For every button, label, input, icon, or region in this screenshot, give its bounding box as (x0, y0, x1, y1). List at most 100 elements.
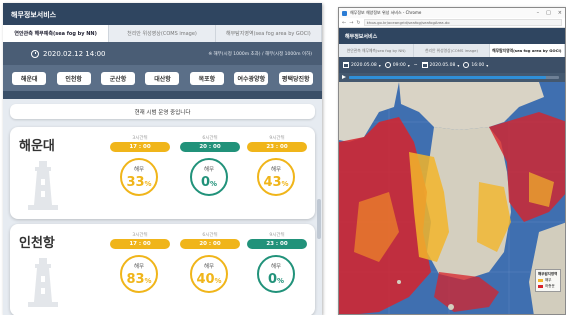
favicon-icon (342, 10, 347, 16)
legend-item: 하층운 (538, 284, 558, 289)
window-controls: – □ × (537, 10, 562, 16)
tab-sea-fog-prediction[interactable]: 연안관측 해무예측(sea fog by NN) (3, 25, 110, 42)
service-tabs: 연안관측 해무예측(sea fog by NN) 천리안 위성영상(COMS i… (339, 44, 565, 57)
end-date-select[interactable]: 2020.05.08 ▾ (421, 62, 460, 68)
status-banner: 현재 시범 운영 중입니다 (10, 104, 315, 119)
clock-icon (384, 62, 391, 68)
port-button-incheon[interactable]: 인천항 (56, 71, 91, 85)
forecast-content: 현재 시범 운영 중입니다 해운대 3시간뒤 17 : 00 해무 33% 6시… (3, 99, 322, 315)
sea-fog-mobile-panel: 해무정보서비스 연안관측 해무예측(sea fog by NN) 천리안 위성영… (3, 3, 322, 315)
port-button-gunsan[interactable]: 군산항 (101, 71, 136, 85)
probability-value: 0% (267, 272, 285, 287)
chevron-down-icon: ▾ (486, 62, 489, 68)
address-bar: ← → ↻ khoa.go.kr/oceangrid/seafog/seafog… (339, 18, 565, 28)
map-legend: 해무탐지영역 해무 하층운 (535, 269, 561, 292)
port-button-daesan[interactable]: 대산항 (145, 71, 180, 85)
ring-title: 해무 (133, 167, 145, 173)
minimize-icon[interactable]: – (537, 10, 540, 16)
legend-title: 해무탐지영역 (538, 272, 558, 276)
maximize-icon[interactable]: □ (546, 10, 551, 16)
scrollbar[interactable] (317, 199, 321, 239)
browser-window: 해무정보 해양정보 위성 서비스 - Chrome – □ × ← → ↻ kh… (338, 7, 566, 315)
timeline-progress (349, 76, 547, 79)
ring-title: 해무 (203, 167, 215, 173)
tab-sea-fog-area[interactable]: 해무탐지영역(sea fog area by GOCI) (216, 25, 322, 42)
tab-sea-fog-area[interactable]: 해무탐지영역(sea fog area by GOCI) (489, 44, 565, 57)
port-selector: 해운대 인천항 군산항 대산항 목포항 여수광양항 평택당진항 (3, 65, 322, 91)
url-field[interactable]: khoa.go.kr/oceangrid/seafog/seafogArea.d… (363, 19, 562, 26)
browser-titlebar: 해무정보 해양정보 위성 서비스 - Chrome – □ × (339, 8, 565, 18)
tab-coms-image[interactable]: 천리안 위성영상(COMS image) (109, 25, 216, 42)
tab-sea-fog-prediction[interactable]: 연안관측 해무예측(sea fog by NN) (339, 44, 415, 57)
datetime-text: 2020.02.12 14:00 (43, 49, 106, 58)
legend-item: 해무 (538, 278, 558, 283)
forecast-offset-label: 6시간뒤 (202, 233, 218, 238)
probability-ring: 해무 0% (257, 255, 295, 293)
start-time-select[interactable]: 09:00 ▾ (384, 62, 410, 68)
probability-value: 33% (126, 175, 152, 190)
probability-ring: 해무 40% (190, 255, 228, 293)
legend-swatch (538, 285, 543, 288)
timeline-slider[interactable] (339, 73, 565, 82)
forecast-item: 6시간뒤 20 : 00 해무 0% (180, 135, 240, 196)
service-tabs: 연안관측 해무예측(sea fog by NN) 천리안 위성영상(COMS i… (3, 25, 322, 42)
probability-ring: 해무 83% (120, 255, 158, 293)
ring-title: 해무 (270, 264, 282, 270)
end-time-select[interactable]: 16:00 ▾ (463, 62, 488, 68)
calendar-icon (421, 62, 428, 68)
close-icon[interactable]: × (558, 10, 562, 16)
lighthouse-icon (28, 161, 58, 210)
port-button-pyeongtaek-dangjin[interactable]: 평택당진항 (278, 71, 313, 85)
port-card-haeundae: 해운대 3시간뒤 17 : 00 해무 33% 6시간뒤 20: 00 해무 … (10, 127, 315, 219)
calendar-icon (343, 62, 349, 68)
forecast-time-badge: 17 : 00 (110, 142, 170, 152)
chevron-down-icon: ▾ (407, 62, 410, 68)
forecast-time-badge: 17 : 00 (110, 239, 170, 249)
probability-ring: 해무 0% (190, 158, 228, 196)
forecast-item: 9시간뒤 23 : 00 해무 0% (247, 232, 307, 293)
sea-fog-satellite-map[interactable] (339, 82, 566, 315)
start-date-select[interactable]: 2020.05.08 ▾ (343, 62, 381, 68)
lighthouse-icon (28, 258, 58, 307)
forecast-offset-label: 3시간뒤 (132, 136, 148, 141)
forecast-time-badge: 20 : 00 (180, 142, 240, 152)
forecast-offset-label: 9시간뒤 (269, 233, 285, 238)
reload-icon[interactable]: ↻ (356, 20, 360, 26)
forecast-time-badge: 20 : 00 (180, 239, 240, 249)
forecast-item: 3시간뒤 17 : 00 해무 83% (110, 232, 170, 293)
chevron-down-icon: ▾ (457, 62, 460, 68)
forecast-offset-label: 6시간뒤 (202, 136, 218, 141)
datetime-bar: 2020.02.12 14:00 ※ 해무(시정 1000m 초과) / 해무(… (3, 42, 322, 65)
range-separator: ~ (413, 62, 418, 68)
forecast-item: 3시간뒤 17 : 00 해무 33% (110, 135, 170, 196)
probability-value: 43% (263, 175, 289, 190)
probability-value: 0% (200, 175, 218, 190)
time-range-controls: 2020.05.08 ▾ 09:00 ▾ ~ 2020.05.08 ▾ 16:00 ▾ (339, 57, 565, 73)
clock-icon (31, 49, 39, 58)
ring-title: 해무 (270, 167, 282, 173)
ring-title: 해무 (133, 264, 145, 270)
port-button-haeundae[interactable]: 해운대 (12, 71, 47, 85)
forecast-item: 9시간뒤 23 : 00 해무 43% (247, 135, 307, 196)
port-name: 해운대 (19, 139, 55, 154)
tab-coms-image[interactable]: 천리안 위성영상(COMS image) (414, 44, 490, 57)
forecast-offset-label: 3시간뒤 (132, 233, 148, 238)
port-button-yeosu-gwangyang[interactable]: 여수광양항 (234, 71, 269, 85)
legend-swatch (538, 279, 543, 282)
app-title: 해무정보서비스 (3, 3, 322, 25)
port-button-mokpo[interactable]: 목포항 (189, 71, 224, 85)
forecast-offset-label: 9시간뒤 (269, 136, 285, 141)
play-icon[interactable] (342, 75, 346, 79)
forward-icon[interactable]: → (349, 20, 353, 26)
screenshot-root: 해무정보서비스 연안관측 해무예측(sea fog by NN) 천리안 위성영… (0, 0, 566, 315)
ring-title: 해무 (203, 264, 215, 270)
clock-icon (463, 62, 470, 68)
current-datetime: 2020.02.12 14:00 (31, 49, 106, 58)
forecast-time-badge: 23 : 00 (247, 239, 307, 249)
forecast-item: 6시간뒤 20 : 00 해무 40% (180, 232, 240, 293)
probability-ring: 해무 43% (257, 158, 295, 196)
back-icon[interactable]: ← (342, 20, 346, 26)
port-card-incheon: 인천항 3시간뒤 17 : 00 해무 83% 6시간뒤 20: 00 해무 … (10, 224, 315, 315)
window-title: 해무정보 해양정보 위성 서비스 - Chrome (350, 10, 422, 15)
port-name: 인천항 (19, 236, 55, 251)
